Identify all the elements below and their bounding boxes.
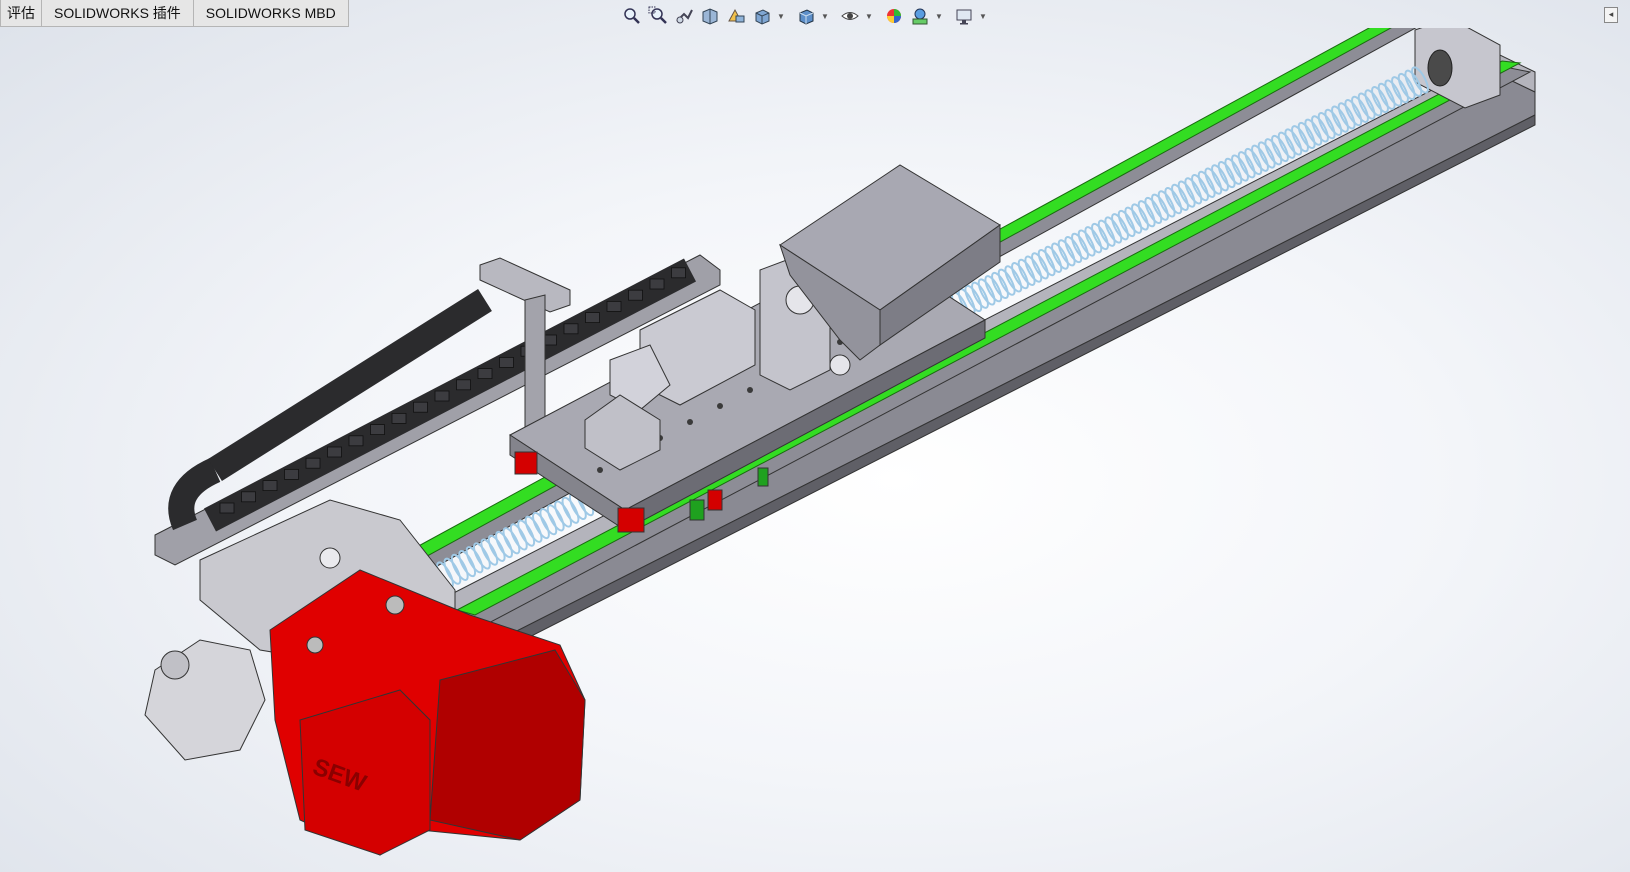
- display-style-icon[interactable]: [794, 5, 818, 27]
- hide-show-dropdown-icon[interactable]: ▼: [864, 5, 874, 27]
- graphics-area[interactable]: SEW: [0, 28, 1630, 872]
- edit-appearance-icon[interactable]: [882, 5, 906, 27]
- previous-view-icon[interactable]: [672, 5, 696, 27]
- apply-scene-icon[interactable]: [908, 5, 932, 27]
- zoom-to-fit-icon[interactable]: [620, 5, 644, 27]
- view-settings-dropdown-icon[interactable]: ▼: [978, 5, 988, 27]
- tab-solidworks-addins[interactable]: SOLIDWORKS 插件: [42, 0, 194, 27]
- heads-up-view-toolbar: ▼ ▼ ▼ ▼ ▼: [620, 4, 994, 28]
- tab-evaluate[interactable]: 评估: [0, 0, 42, 27]
- command-manager-tabs: 评估 SOLIDWORKS 插件 SOLIDWORKS MBD: [0, 0, 349, 28]
- assembly-model: SEW: [144, 28, 1536, 856]
- display-style-dropdown-icon[interactable]: ▼: [820, 5, 830, 27]
- zoom-to-area-icon[interactable]: [646, 5, 670, 27]
- dynamic-annotation-icon[interactable]: [724, 5, 748, 27]
- apply-scene-dropdown-icon[interactable]: ▼: [934, 5, 944, 27]
- view-orientation-icon[interactable]: [750, 5, 774, 27]
- view-settings-icon[interactable]: [952, 5, 976, 27]
- view-orientation-dropdown-icon[interactable]: ▼: [776, 5, 786, 27]
- hide-show-items-icon[interactable]: [838, 5, 862, 27]
- task-pane-toggle-icon[interactable]: ◂: [1604, 7, 1618, 23]
- tab-solidworks-mbd[interactable]: SOLIDWORKS MBD: [193, 0, 349, 27]
- section-view-icon[interactable]: [698, 5, 722, 27]
